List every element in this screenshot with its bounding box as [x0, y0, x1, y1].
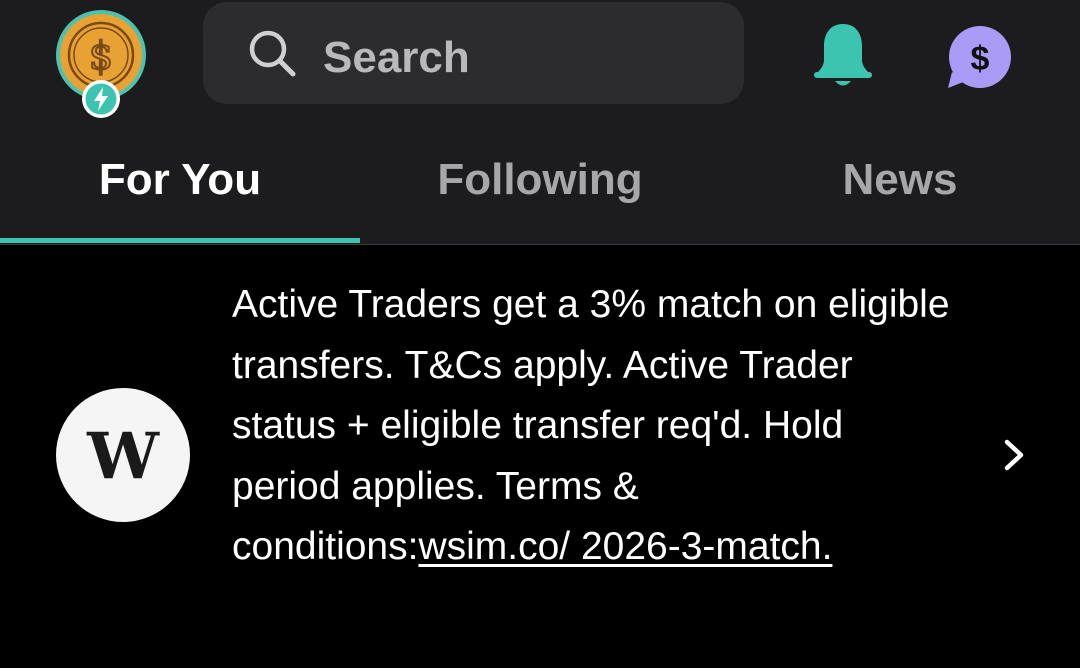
- active-tab-indicator: [0, 238, 360, 243]
- dollar-chat-icon[interactable]: $: [944, 26, 1012, 90]
- chevron-right-icon[interactable]: [996, 435, 1030, 475]
- promo-logo: W: [56, 388, 190, 522]
- promo-banner[interactable]: W Active Traders get a 3% match on eligi…: [0, 245, 1080, 668]
- svg-text:W: W: [86, 419, 160, 494]
- search-input[interactable]: Search: [203, 2, 744, 104]
- tab-news[interactable]: News: [720, 118, 1080, 244]
- feed-tabs: For You Following News: [0, 118, 1080, 245]
- logo-w-icon: W: [86, 419, 160, 494]
- search-icon: [249, 30, 296, 77]
- svg-text:$: $: [89, 34, 113, 78]
- promo-text: Active Traders get a 3% match on eligibl…: [232, 275, 962, 578]
- profile-avatar[interactable]: $: [55, 9, 147, 118]
- top-bar: $ Search $: [0, 0, 1080, 118]
- lightning-icon: [82, 80, 120, 118]
- bell-icon[interactable]: [812, 20, 874, 90]
- terms-link[interactable]: wsim.co/ 2026-3-match.: [418, 525, 832, 568]
- tab-following[interactable]: Following: [360, 118, 720, 244]
- tab-for-you[interactable]: For You: [0, 118, 360, 244]
- svg-text:$: $: [971, 40, 990, 78]
- search-placeholder: Search: [323, 33, 470, 82]
